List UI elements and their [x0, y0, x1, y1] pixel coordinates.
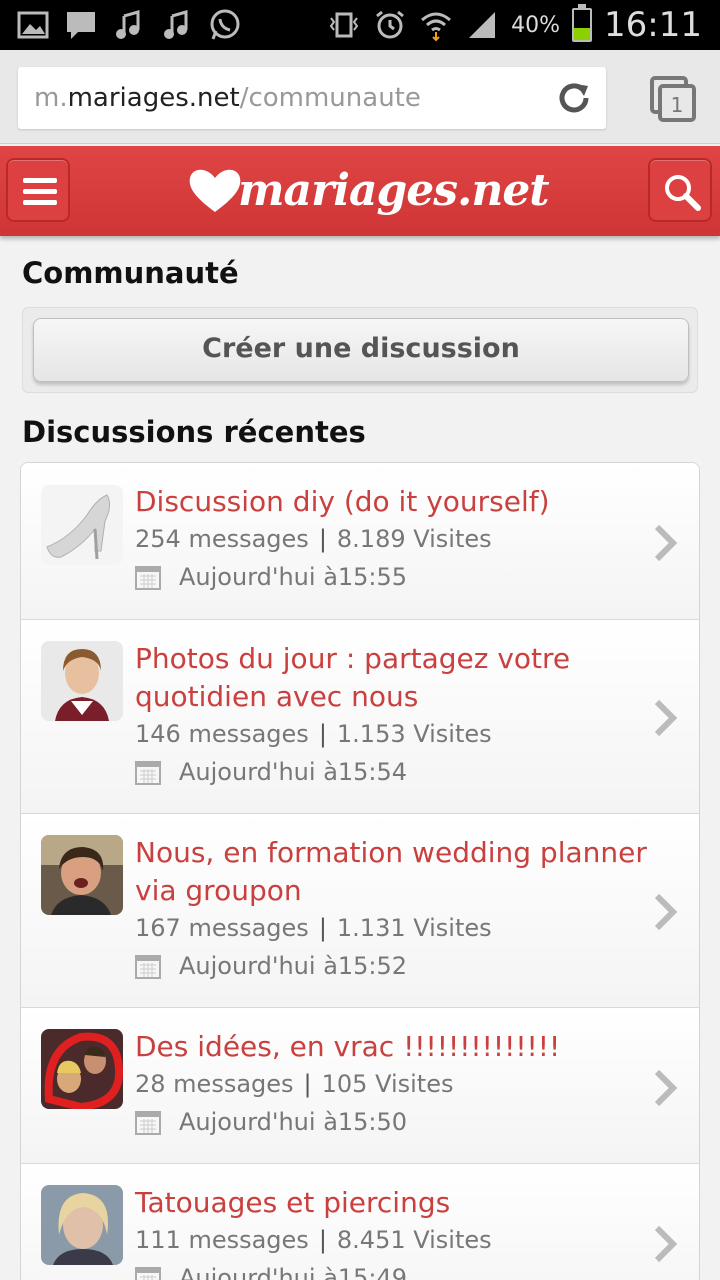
recent-discussions-heading: Discussions récentes	[22, 415, 366, 449]
clock: 16:11	[604, 5, 702, 45]
list-item[interactable]: Nous, en formation wedding planner via g…	[21, 814, 699, 1008]
music-note-icon	[112, 8, 146, 42]
alarm-icon	[373, 8, 407, 42]
calendar-icon	[135, 1267, 161, 1280]
system-icons: 40% 16:11	[327, 4, 702, 45]
battery-icon	[572, 4, 593, 42]
chevron-right-icon	[654, 893, 678, 931]
discussion-title[interactable]: Des idées, en vrac !!!!!!!!!!!!!!	[135, 1028, 655, 1066]
discussion-date: Aujourd'hui à15:49	[135, 1264, 407, 1280]
discussion-date: Aujourd'hui à15:52	[135, 952, 407, 980]
menu-button[interactable]	[6, 158, 70, 222]
discussion-stats: 146 messages | 1.153 Visites	[135, 720, 492, 748]
avatar	[41, 1185, 123, 1265]
url-text[interactable]: m.mariages.net/communaute	[34, 83, 421, 113]
chevron-right-icon	[654, 524, 678, 562]
chevron-right-icon	[654, 1225, 678, 1263]
discussion-stats: 28 messages | 105 Visites	[135, 1070, 454, 1098]
vibrate-icon	[327, 8, 361, 42]
reload-icon[interactable]	[556, 80, 592, 116]
page-title: Communauté	[22, 256, 239, 290]
search-icon	[665, 175, 701, 211]
status-bar: 40% 16:11	[0, 0, 720, 50]
list-item[interactable]: Photos du jour : partagez votre quotidie…	[21, 620, 699, 814]
discussion-title[interactable]: Photos du jour : partagez votre quotidie…	[135, 640, 655, 716]
chevron-right-icon	[654, 1069, 678, 1107]
avatar	[41, 641, 123, 721]
notification-icons	[16, 8, 242, 42]
create-discussion-button[interactable]: Créer une discussion	[33, 318, 689, 382]
calendar-icon	[135, 955, 161, 979]
list-item[interactable]: Discussion diy (do it yourself) 254 mess…	[21, 463, 699, 620]
discussion-title[interactable]: Nous, en formation wedding planner via g…	[135, 834, 655, 910]
create-discussion-panel: Créer une discussion	[22, 307, 698, 393]
discussion-date: Aujourd'hui à15:50	[135, 1108, 407, 1136]
calendar-icon	[135, 566, 161, 590]
music-note-icon	[160, 8, 194, 42]
discussion-date: Aujourd'hui à15:55	[135, 563, 407, 591]
discussion-stats: 254 messages | 8.189 Visites	[135, 525, 492, 553]
browser-toolbar: m.mariages.net/communaute 1	[0, 50, 720, 144]
address-bar[interactable]: m.mariages.net/communaute	[18, 67, 606, 129]
calendar-icon	[135, 1111, 161, 1135]
discussion-stats: 111 messages | 8.451 Visites	[135, 1226, 492, 1254]
heart-icon	[189, 169, 241, 212]
svg-text:1: 1	[671, 93, 684, 117]
site-header: mariages.net	[0, 146, 720, 236]
image-icon	[16, 8, 50, 42]
calendar-icon	[135, 761, 161, 785]
list-item[interactable]: Tatouages et piercings 111 messages | 8.45…	[21, 1164, 699, 1280]
discussion-title[interactable]: Tatouages et piercings	[135, 1184, 655, 1222]
whatsapp-icon	[208, 8, 242, 42]
discussion-title[interactable]: Discussion diy (do it yourself)	[135, 483, 655, 521]
avatar	[41, 835, 123, 915]
tabs-icon[interactable]: 1	[648, 74, 696, 122]
wifi-icon	[419, 8, 453, 42]
signal-icon	[465, 8, 499, 42]
discussion-stats: 167 messages | 1.131 Visites	[135, 914, 492, 942]
discussion-list: Discussion diy (do it yourself) 254 mess…	[20, 462, 700, 1280]
message-icon	[64, 8, 98, 42]
avatar	[41, 1029, 123, 1109]
discussion-date: Aujourd'hui à15:54	[135, 758, 407, 786]
list-item[interactable]: Des idées, en vrac !!!!!!!!!!!!!! 28 mes…	[21, 1008, 699, 1164]
battery-percent: 40%	[511, 12, 561, 38]
chevron-right-icon	[654, 699, 678, 737]
site-logo[interactable]: mariages.net	[186, 160, 550, 220]
search-button[interactable]	[648, 158, 712, 222]
avatar	[41, 485, 123, 565]
hamburger-icon	[23, 178, 57, 205]
